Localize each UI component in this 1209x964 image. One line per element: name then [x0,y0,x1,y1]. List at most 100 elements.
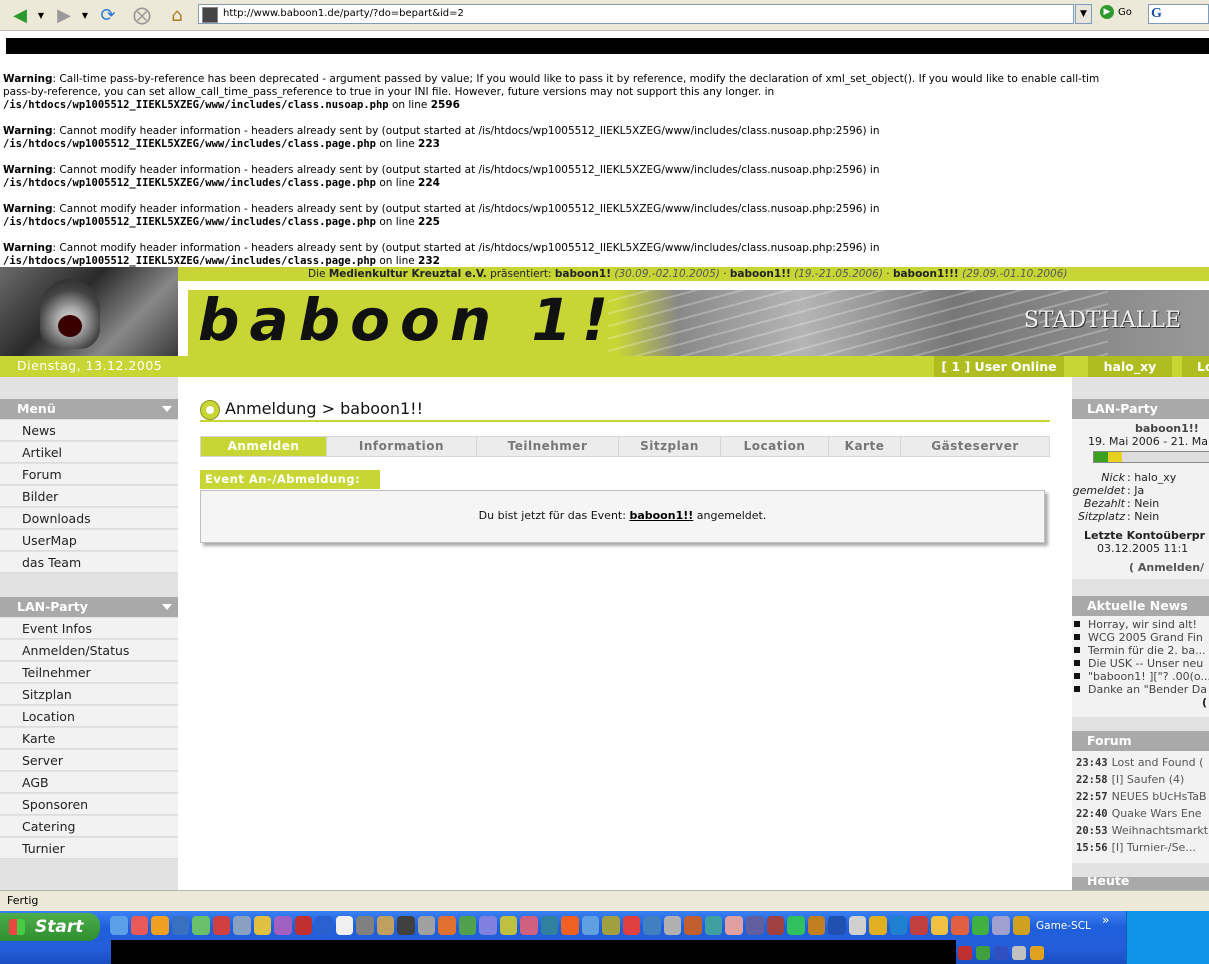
tray-icon[interactable] [1030,946,1044,960]
news-item[interactable]: WCG 2005 Grand Fin [1074,631,1203,644]
quick-launch-icon[interactable] [561,916,579,935]
quick-launch-icon[interactable] [253,916,272,935]
menu-header[interactable]: Menü [0,399,178,419]
start-button[interactable]: Start [0,913,100,941]
sidebar-item-forum[interactable]: Forum [0,464,178,485]
username-link[interactable]: halo_xy [1088,356,1172,377]
sidebar-item-news[interactable]: News [0,420,178,441]
quick-launch-icon[interactable] [930,916,949,935]
sidebar-item-bilder[interactable]: Bilder [0,486,178,507]
collapse-icon[interactable] [162,604,172,610]
sidebar-item-karte[interactable]: Karte [0,728,178,749]
news-item[interactable]: Termin für die 2. ba... [1074,644,1206,657]
quick-launch-icon[interactable] [807,916,826,935]
quick-launch-icon[interactable] [499,916,518,935]
quick-launch-icon[interactable] [745,916,764,935]
quick-launch-icon[interactable] [828,916,846,935]
quick-launch-icon[interactable] [766,916,785,935]
quick-launch-icon[interactable] [992,916,1010,935]
event-link-2[interactable]: baboon1!! [730,268,791,280]
quick-launch-icon[interactable] [438,916,456,935]
news-item[interactable]: Die USK -- Unser neu [1074,657,1203,670]
tray-icon[interactable] [1012,946,1026,960]
sidebar-item-location[interactable]: Location [0,706,178,727]
quick-launch-icon[interactable] [643,916,661,935]
address-bar[interactable]: http://www.baboon1.de/party/?do=bepart&i… [198,4,1074,24]
tab-anmelden[interactable]: Anmelden [201,437,327,456]
forum-item[interactable]: 23:43 Lost and Found ( [1076,756,1203,769]
event-link-1[interactable]: baboon1! [555,268,611,280]
quick-launch-icon[interactable] [1012,916,1031,935]
site-logo[interactable]: baboon 1! [198,290,618,354]
forward-icon[interactable]: ▶ [50,3,78,27]
quick-launch-icon[interactable] [171,916,190,935]
quick-launch-icon[interactable] [335,916,354,935]
sidebar-item-artikel[interactable]: Artikel [0,442,178,463]
quick-launch-icon[interactable] [684,916,702,935]
event-link-3[interactable]: baboon1!!! [893,268,959,280]
news-item[interactable]: "baboon1! ]["? .00(o... [1074,670,1209,683]
quick-launch-icon[interactable] [869,916,887,935]
sidebar-item-usermap[interactable]: UserMap [0,530,178,551]
quick-launch-icon[interactable] [192,916,210,935]
logout-link[interactable]: Lo [1182,356,1209,377]
quick-launch-icon[interactable] [397,916,415,935]
news-more-link[interactable]: ( [1202,696,1207,709]
sidebar-item-anmelden-status[interactable]: Anmelden/Status [0,640,178,661]
tray-icon[interactable] [976,946,990,960]
quick-launch-icon[interactable] [233,916,251,935]
quick-launch-icon[interactable] [479,916,497,935]
tab-information[interactable]: Information [327,437,477,456]
quick-launch-icon[interactable] [971,916,990,935]
org-link[interactable]: Medienkultur Kreuztal e.V. [329,268,487,280]
quick-launch-icon[interactable] [663,916,682,935]
back-icon[interactable]: ◀ [6,3,34,27]
go-button[interactable]: ▶ Go [1100,5,1132,19]
quick-launch-icon[interactable] [951,916,969,935]
tab-karte[interactable]: Karte [829,437,901,456]
quick-launch-icon[interactable] [602,916,620,935]
sidebar-item-downloads[interactable]: Downloads [0,508,178,529]
refresh-icon[interactable]: ⟳ [96,3,120,27]
back-dropdown-icon[interactable]: ▼ [36,3,46,27]
quick-launch-icon[interactable] [356,916,374,935]
news-item[interactable]: Danke an "Bender Da [1074,683,1207,696]
quick-launch-icon[interactable] [294,916,313,935]
quick-launch-icon[interactable] [704,916,723,935]
sidebar-item-turnier[interactable]: Turnier [0,838,178,859]
quick-launch-icon[interactable] [725,916,743,935]
google-toolbar-search[interactable]: G [1148,4,1209,24]
quick-launch-icon[interactable] [848,916,867,935]
quick-launch-icon[interactable] [151,916,169,935]
sidebar-item-catering[interactable]: Catering [0,816,178,837]
forum-item[interactable]: 22:57 NEUES bUcHsTaB [1076,790,1207,803]
forum-item[interactable]: 20:53 Weihnachtsmarkt [1076,824,1208,837]
sidebar-item-event-infos[interactable]: Event Infos [0,618,178,639]
sidebar-item-sitzplan[interactable]: Sitzplan [0,684,178,705]
event-name[interactable]: baboon1!! [1135,422,1199,435]
tab-sitzplan[interactable]: Sitzplan [619,437,721,456]
sidebar-item-server[interactable]: Server [0,750,178,771]
tray-icon[interactable] [958,946,972,960]
quick-launch-icon[interactable] [540,916,559,935]
users-online[interactable]: [ 1 ] User Online [934,356,1064,377]
tab-teilnehmer[interactable]: Teilnehmer [477,437,619,456]
quick-launch-icon[interactable] [889,916,908,935]
quick-launch-icon[interactable] [520,916,538,935]
home-icon[interactable]: ⌂ [164,3,190,27]
lan-party-header[interactable]: LAN-Party [0,597,178,617]
quick-launch-icon[interactable] [315,916,333,935]
anmelden-link[interactable]: ( Anmelden/ [1129,561,1204,574]
quick-launch-icon[interactable] [787,916,805,935]
tray-icon[interactable] [994,946,1008,960]
quick-launch-icon[interactable] [417,916,436,935]
forward-dropdown-icon[interactable]: ▼ [80,3,90,27]
quick-launch-icon[interactable] [458,916,477,935]
quick-launch-icon[interactable] [130,916,149,935]
collapse-icon[interactable] [162,406,172,412]
quick-launch-icon[interactable] [622,916,641,935]
address-dropdown-icon[interactable]: ▼ [1075,4,1092,24]
sidebar-item-sponsoren[interactable]: Sponsoren [0,794,178,815]
quick-launch-icon[interactable] [212,916,231,935]
news-item[interactable]: Horray, wir sind alt! [1074,618,1197,631]
